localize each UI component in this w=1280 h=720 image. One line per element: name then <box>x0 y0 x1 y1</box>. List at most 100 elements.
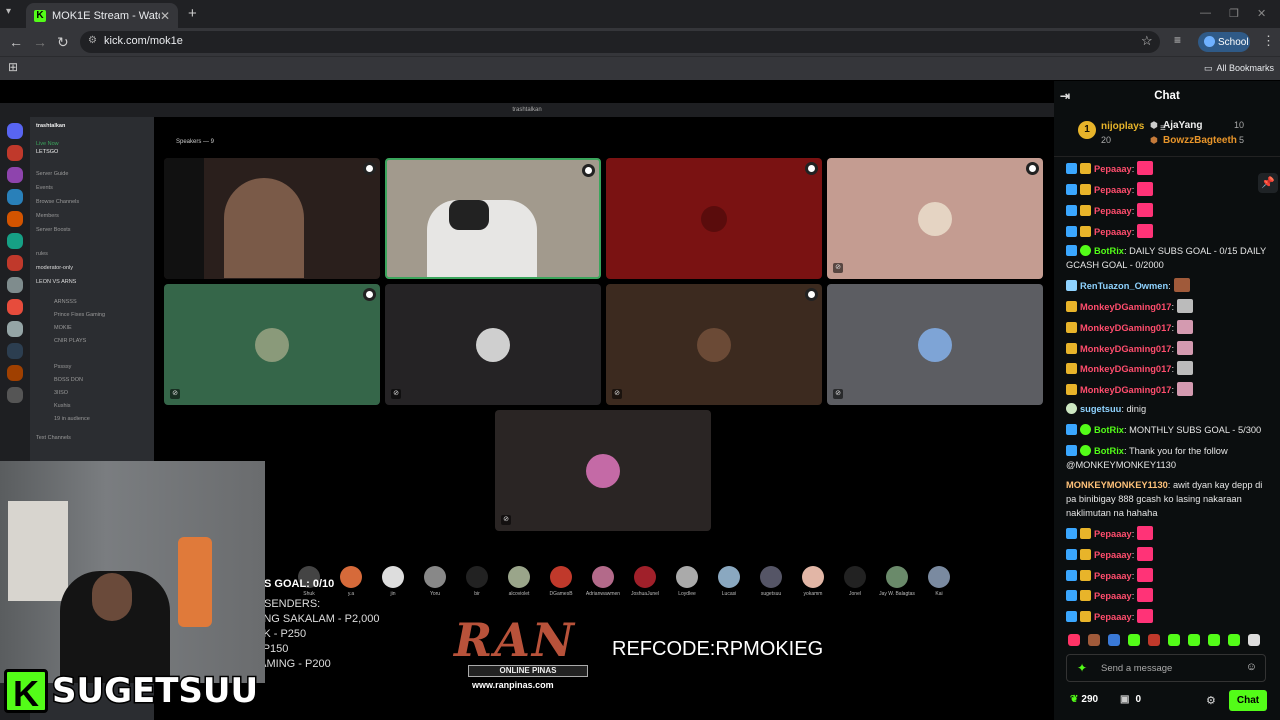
chat-username[interactable]: Pepaaay <box>1094 185 1132 195</box>
profile-label: School <box>1218 37 1249 48</box>
collapse-chat-icon[interactable]: ⇥ <box>1060 81 1070 111</box>
media-icon[interactable]: ≡ <box>1174 33 1181 47</box>
close-icon[interactable]: ✕ <box>160 9 170 23</box>
star-icon[interactable]: ☆ <box>1141 33 1153 49</box>
emote-icon[interactable] <box>1088 634 1100 646</box>
reload-icon[interactable]: ↻ <box>57 34 69 51</box>
window-close-icon[interactable]: ✕ <box>1257 7 1266 20</box>
gift-icon: ▣ <box>1120 694 1130 705</box>
apps-icon[interactable]: ⊞ <box>8 60 18 74</box>
mute-icon: ⊘ <box>170 389 180 399</box>
server-icon <box>7 233 23 249</box>
leader-first-count: 20 <box>1101 135 1112 145</box>
ran-logo: RAN ONLINE PINAS www.ranpinas.com <box>448 613 604 693</box>
chat-username[interactable]: Pepaaay <box>1094 612 1132 622</box>
crown-badge-icon <box>1080 226 1091 237</box>
site-settings-icon[interactable]: ⚙ <box>88 35 97 46</box>
profile-button[interactable]: School <box>1198 32 1250 52</box>
emoji-icon[interactable]: ☺ <box>1246 661 1257 673</box>
chat-username[interactable]: Pepaaay <box>1094 550 1132 560</box>
chat-text: : <box>1131 612 1135 622</box>
chat-username[interactable]: Pepaaay <box>1094 571 1132 581</box>
all-bookmarks-link[interactable]: ▭ All Bookmarks <box>1204 63 1274 74</box>
url-field[interactable]: ⚙ kick.com/mok1e <box>80 31 1160 53</box>
maximize-icon[interactable]: ❐ <box>1229 7 1239 20</box>
verified-badge-icon <box>1080 424 1091 435</box>
chat-username[interactable]: RenTuazon_Owmen <box>1080 281 1168 291</box>
avatar <box>844 566 866 588</box>
filter-icon[interactable]: ≡ <box>1160 123 1166 134</box>
chat-username[interactable]: MonkeyDGaming017 <box>1080 323 1171 333</box>
chat-username[interactable]: Pepaaay <box>1094 591 1132 601</box>
chat-username[interactable]: BotRix <box>1094 446 1124 456</box>
chat-username[interactable]: MONKEYMONKEY1130 <box>1066 480 1168 490</box>
emote-icon[interactable] <box>1148 634 1160 646</box>
voice-member: CNIR PLAYS <box>54 338 87 344</box>
fullscreen-icon <box>805 162 818 175</box>
channel-points[interactable]: ❦ 290 <box>1070 694 1098 705</box>
chat-username[interactable]: BotRix <box>1094 246 1124 256</box>
server-icon <box>7 189 23 205</box>
avatar <box>802 566 824 588</box>
crown-badge-icon <box>1080 549 1091 560</box>
audience-member: Kai <box>918 566 960 597</box>
chat-message: Pepaaay: <box>1066 609 1271 624</box>
chat-username[interactable]: MonkeyDGaming017 <box>1080 364 1171 374</box>
sub-badge-icon <box>1066 570 1077 581</box>
fullscreen-icon <box>363 288 376 301</box>
speaker-avatar <box>697 327 731 362</box>
avatar <box>340 566 362 588</box>
forward-icon[interactable]: → <box>33 34 47 50</box>
stream-player[interactable]: trashtalkan trashtalkan Live Now LETSGO … <box>0 81 1054 720</box>
browser-tab[interactable]: K MOK1E Stream - Watch Live ✕ <box>26 3 178 28</box>
kebab-icon[interactable]: ⋮ <box>1262 33 1275 49</box>
chat-username[interactable]: sugetsuu <box>1080 404 1121 414</box>
face-emote-icon <box>1173 278 1190 292</box>
emote-icon[interactable] <box>1248 634 1260 646</box>
heart-emote-icon <box>1137 609 1154 623</box>
crown-badge-icon <box>1080 528 1091 539</box>
tab-list-icon[interactable]: ▾ <box>6 6 11 17</box>
refcode-text: REFCODE:RPMOKIEG <box>612 638 824 660</box>
emote-icon[interactable] <box>1208 634 1220 646</box>
emote-icon[interactable] <box>1188 634 1200 646</box>
chat-username[interactable]: MonkeyDGaming017 <box>1080 302 1171 312</box>
chat-username[interactable]: MonkeyDGaming017 <box>1080 344 1171 354</box>
minimize-icon[interactable]: — <box>1200 7 1211 19</box>
chat-username[interactable]: Pepaaay <box>1094 529 1132 539</box>
send-chat-button[interactable]: Chat <box>1229 690 1267 711</box>
sword-badge-icon <box>1066 280 1077 291</box>
chat-message: Pepaaay: <box>1066 224 1271 239</box>
server-icon <box>7 299 23 315</box>
emote-icon[interactable] <box>1168 634 1180 646</box>
speakers-label: Speakers — 9 <box>176 139 215 145</box>
channel-item: Events <box>36 185 53 191</box>
avatar <box>760 566 782 588</box>
chat-username[interactable]: Pepaaay <box>1094 227 1132 237</box>
chat-text: : <box>1131 550 1135 560</box>
speaker-avatar <box>255 327 289 362</box>
chat-input[interactable]: ✦ Send a message ☺ <box>1066 654 1266 682</box>
server-icon <box>7 277 23 293</box>
chat-username[interactable]: BotRix <box>1094 425 1124 435</box>
chat-username[interactable]: MonkeyDGaming017 <box>1080 385 1171 395</box>
new-tab-icon[interactable]: + <box>188 5 197 22</box>
settings-icon[interactable]: ⚙ <box>1206 694 1216 707</box>
chat-username[interactable]: Pepaaay <box>1094 206 1132 216</box>
sub-badge-icon <box>1066 445 1077 456</box>
emote-icon[interactable] <box>1108 634 1120 646</box>
emote-icon[interactable] <box>1068 634 1080 646</box>
back-icon[interactable]: ← <box>9 34 23 50</box>
audience-member: y.a <box>330 566 372 597</box>
ran-logo-text: RAN <box>454 613 576 667</box>
gift-counter[interactable]: ▣ 0 <box>1120 694 1141 705</box>
heart-emote-icon <box>1137 161 1154 175</box>
emote-icon[interactable] <box>1128 634 1140 646</box>
sparkle-icon[interactable]: ✦ <box>1077 661 1087 675</box>
chat-header: ⇥ Chat <box>1054 81 1280 111</box>
chat-username[interactable]: Pepaaay <box>1094 164 1132 174</box>
ran-logo-subtitle: ONLINE PINAS <box>468 665 588 677</box>
emote-icon[interactable] <box>1228 634 1240 646</box>
heart-emote-icon <box>1137 526 1154 540</box>
speaker-avatar <box>701 205 727 232</box>
